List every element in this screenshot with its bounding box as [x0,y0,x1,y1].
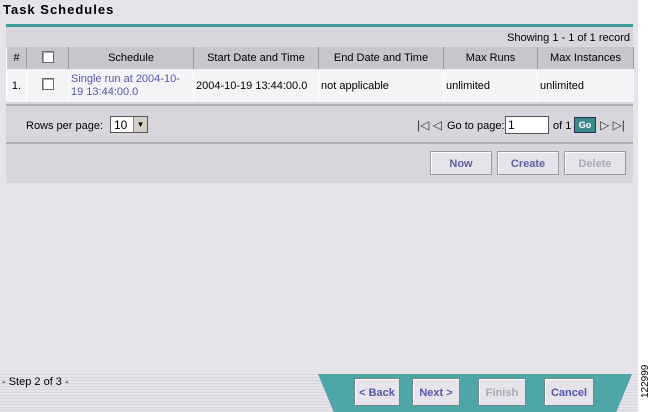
chevron-down-icon[interactable]: ▼ [133,117,147,132]
row-max-runs: unlimited [443,69,538,102]
row-checkbox[interactable] [41,78,54,90]
col-header-schedule[interactable]: Schedule [68,47,194,69]
select-all-checkbox[interactable] [41,50,54,63]
col-header-max-instances[interactable]: Max Instances [537,47,634,69]
row-select[interactable] [26,69,69,102]
action-bar: Now Create Delete [6,145,633,183]
next-button[interactable]: Next > [412,378,460,406]
row-end: not applicable [318,69,444,102]
schedule-link[interactable]: Single run at 2004-10-19 13:44:00.0 [71,73,180,98]
row-max-instances: unlimited [537,69,634,102]
delete-button[interactable]: Delete [564,151,626,175]
create-button[interactable]: Create [497,151,559,175]
col-header-max-runs[interactable]: Max Runs [443,47,538,69]
rows-per-page-select[interactable]: 10 ▼ [110,116,148,133]
record-count: Showing 1 - 1 of 1 record [507,32,630,44]
row-start: 2004-10-19 13:44:00.0 [193,69,319,102]
prev-page-icon[interactable]: ◁ [433,118,442,132]
schedules-table: # Schedule Start Date and Time End Date … [6,47,634,102]
row-schedule-cell: Single run at 2004-10-19 13:44:00.0 [68,69,194,102]
rows-per-page-label: Rows per page: [26,120,104,132]
wizard-step-indicator: - Step 2 of 3 - [2,376,69,388]
col-header-end[interactable]: End Date and Time [318,47,444,69]
cancel-button[interactable]: Cancel [544,378,594,406]
figure-id: 122999 [640,364,651,398]
page-title: Task Schedules [3,2,115,17]
col-header-select[interactable] [26,47,69,69]
go-button[interactable]: Go [574,117,596,133]
col-header-index: # [6,47,27,69]
goto-page-label: Go to page: [447,120,505,132]
now-button[interactable]: Now [430,151,492,175]
first-page-icon[interactable]: |◁ [417,118,429,132]
rows-per-page-value: 10 [114,118,128,132]
goto-page-input[interactable] [505,116,549,134]
last-page-icon[interactable]: ▷| [613,118,625,132]
table-row: 1. Single run at 2004-10-19 13:44:00.0 2… [6,69,634,102]
task-schedules-page: Task Schedules Showing 1 - 1 of 1 record… [0,0,638,412]
schedules-panel: Showing 1 - 1 of 1 record # Schedule Sta… [6,24,634,183]
next-page-icon[interactable]: ▷ [600,118,609,132]
row-index: 1. [6,69,27,102]
table-header-row: # Schedule Start Date and Time End Date … [6,47,634,69]
pagination-bar: Rows per page: 10 ▼ |◁ ◁ Go to page: of … [6,104,633,144]
back-button[interactable]: < Back [354,378,400,406]
col-header-start[interactable]: Start Date and Time [193,47,319,69]
finish-button[interactable]: Finish [478,378,526,406]
pager-next-last: ▷ ▷| [600,118,625,132]
pager-first-prev: |◁ ◁ [417,118,442,132]
page-total-label: of 1 [553,120,572,132]
